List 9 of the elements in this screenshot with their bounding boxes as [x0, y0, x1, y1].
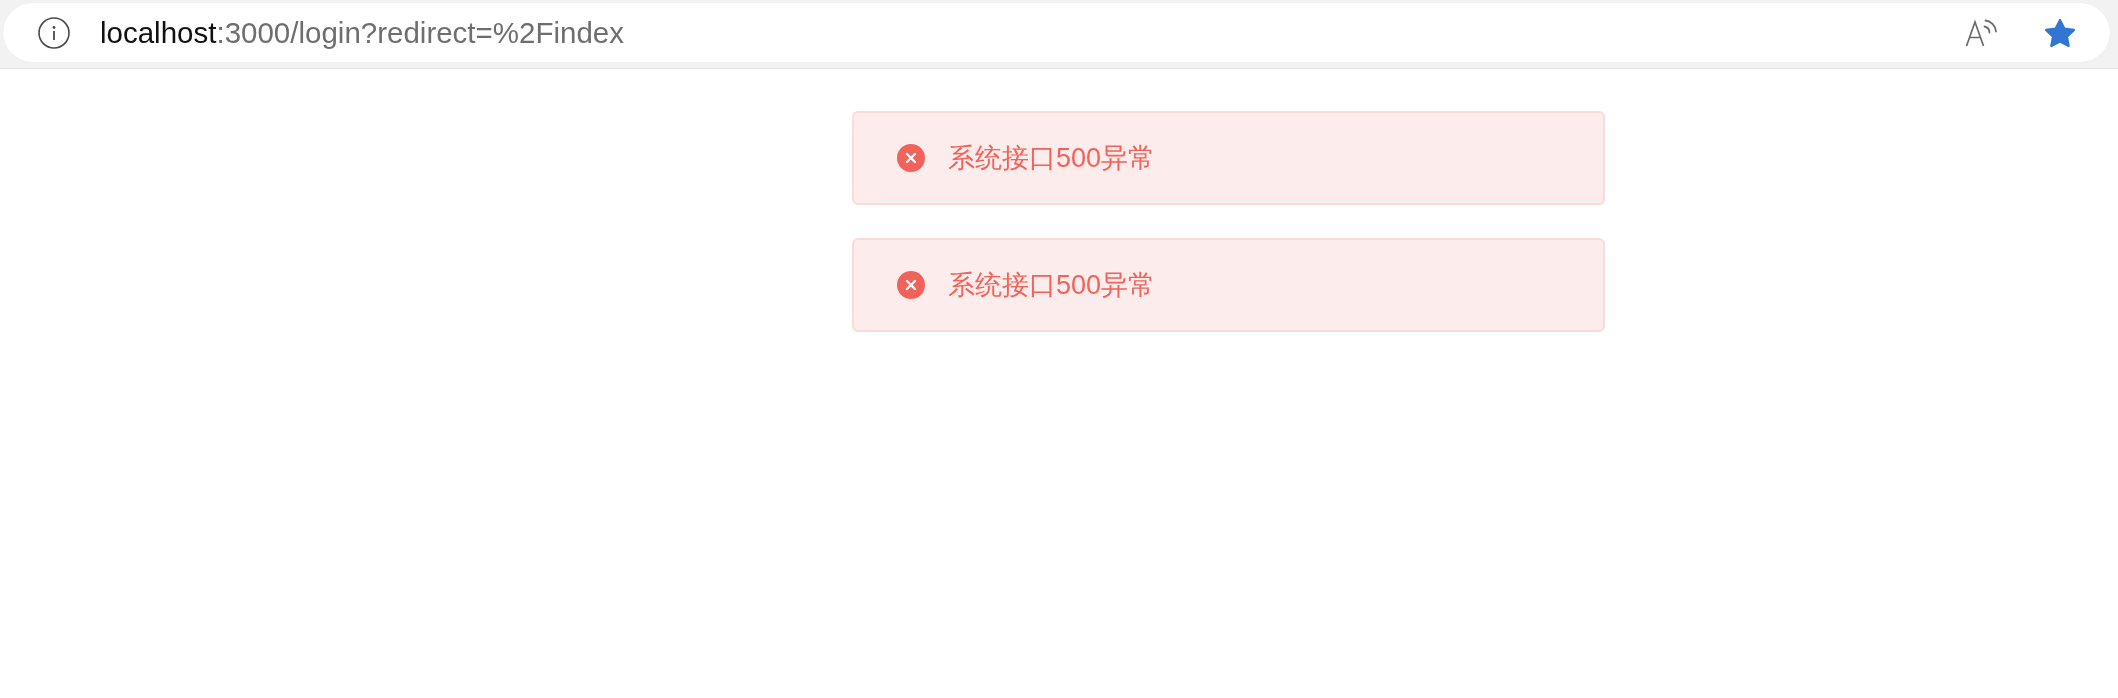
message-text: 系统接口500异常: [948, 142, 1156, 175]
message-text: 系统接口500异常: [948, 269, 1156, 302]
error-icon: [897, 144, 925, 172]
read-aloud-icon[interactable]: [1965, 18, 1998, 47]
address-bar[interactable]: localhost:3000/login?redirect=%2Findex: [3, 3, 2110, 62]
error-icon: [897, 271, 925, 299]
star-icon[interactable]: [2043, 17, 2077, 48]
url-text[interactable]: localhost:3000/login?redirect=%2Findex: [100, 14, 624, 51]
info-icon[interactable]: [38, 16, 70, 49]
